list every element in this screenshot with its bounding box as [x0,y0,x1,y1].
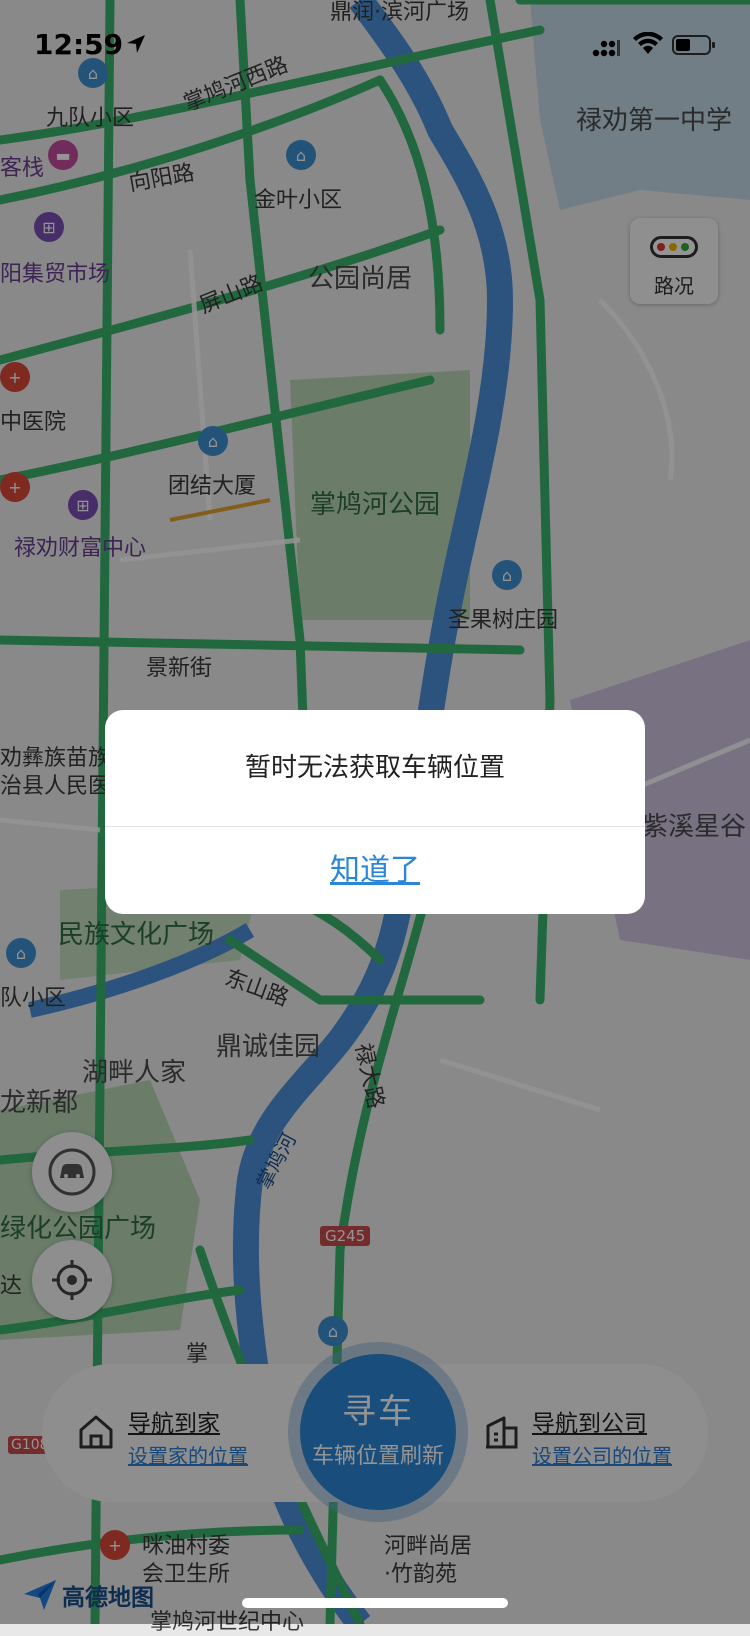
home-indicator[interactable] [242,1598,508,1608]
dialog-message: 暂时无法获取车辆位置 [244,753,505,783]
alert-dialog: 暂时无法获取车辆位置 知道了 [105,710,645,914]
dialog-confirm-button[interactable]: 知道了 [105,827,645,914]
